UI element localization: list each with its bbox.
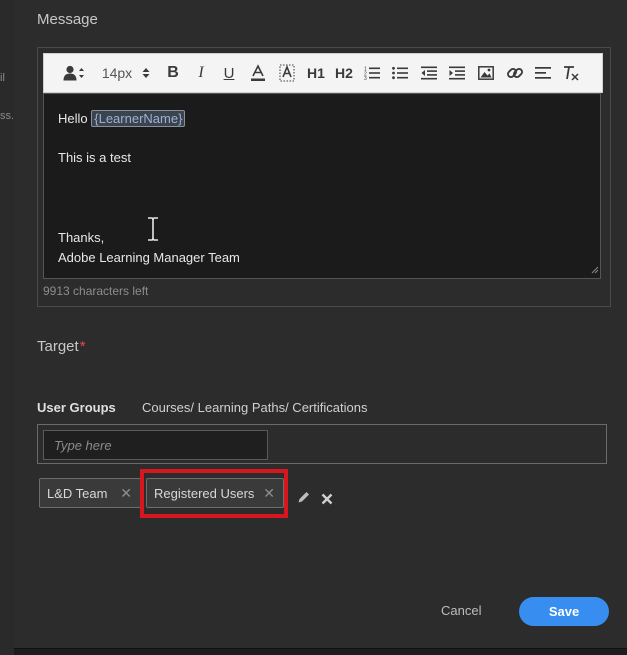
underline-icon: U — [223, 64, 235, 82]
heading1-icon: H1 — [307, 65, 325, 81]
image-icon — [478, 66, 494, 80]
align-button[interactable] — [531, 54, 555, 92]
chip-label: L&D Team — [47, 485, 108, 501]
edit-pencil-icon[interactable] — [297, 490, 311, 509]
font-size-select[interactable]: 14px — [97, 54, 155, 92]
italic-icon: I — [198, 64, 204, 81]
backdrop-text-fragment: ss. — [0, 110, 15, 122]
highlight-icon — [279, 64, 295, 82]
bold-icon: B — [167, 64, 179, 81]
editor-line-greeting: Hello {LearnerName} — [58, 110, 186, 127]
font-color-button[interactable] — [246, 54, 270, 92]
editor-toolbar: 14px B I U H1 H2 1 2 3 — [43, 53, 603, 93]
bold-button[interactable]: B — [162, 54, 184, 92]
font-size-value: 14px — [101, 65, 133, 81]
user-icon — [63, 65, 85, 81]
resize-handle-icon[interactable] — [591, 262, 599, 277]
bullet-list-button[interactable] — [388, 54, 412, 92]
learner-name-token[interactable]: {LearnerName} — [91, 110, 186, 127]
characters-left: 9913 characters left — [43, 284, 149, 298]
indent-button[interactable] — [445, 54, 469, 92]
link-icon — [507, 65, 523, 81]
user-group-search-input[interactable] — [43, 430, 268, 460]
clear-formatting-icon — [562, 65, 580, 81]
required-marker: * — [79, 338, 86, 355]
insert-image-button[interactable] — [474, 54, 498, 92]
text-cursor-icon — [147, 217, 159, 244]
clear-all-icon[interactable] — [321, 492, 333, 510]
outdent-button[interactable] — [417, 54, 441, 92]
outdent-icon — [421, 66, 437, 80]
clear-formatting-button[interactable] — [559, 54, 583, 92]
remove-chip-icon[interactable]: ✕ — [120, 486, 132, 500]
heading2-icon: H2 — [335, 65, 353, 81]
highlight-color-button[interactable] — [275, 54, 299, 92]
tab-courses-learning-paths-certifications[interactable]: Courses/ Learning Paths/ Certifications — [142, 400, 367, 415]
insert-link-button[interactable] — [503, 54, 527, 92]
cancel-button[interactable]: Cancel — [441, 603, 481, 618]
target-label: Target — [37, 338, 79, 355]
backdrop-text-fragment: il — [0, 72, 5, 84]
underline-button[interactable]: U — [218, 54, 240, 92]
user-group-chip: L&D Team ✕ — [39, 478, 141, 508]
user-group-search-container — [37, 424, 607, 464]
italic-button[interactable]: I — [190, 54, 212, 92]
editor-line: Adobe Learning Manager Team — [58, 250, 240, 265]
updown-chevron-icon — [142, 67, 150, 79]
tab-user-groups[interactable]: User Groups — [37, 400, 116, 415]
svg-text:3: 3 — [364, 76, 367, 80]
heading1-button[interactable]: H1 — [304, 54, 328, 92]
insert-placeholder-dropdown[interactable] — [60, 54, 88, 92]
message-section-title: Message — [37, 11, 98, 28]
indent-icon — [449, 66, 465, 80]
announcement-dialog: Message 14px B I U H1 H2 1 2 3 Hello {Le… — [14, 0, 627, 649]
greeting-text: Hello — [58, 111, 88, 126]
target-section-title: Target* — [37, 338, 86, 355]
page-backdrop: il ss. — [0, 0, 14, 655]
font-color-icon — [250, 64, 266, 82]
editor-line: Thanks, — [58, 230, 105, 245]
ordered-list-button[interactable]: 1 2 3 — [360, 54, 384, 92]
editor-line: This is a test — [58, 150, 131, 165]
align-left-icon — [535, 66, 551, 80]
heading2-button[interactable]: H2 — [332, 54, 356, 92]
annotation-highlight-box — [140, 469, 288, 518]
message-body-editor[interactable]: Hello {LearnerName} This is a test Thank… — [43, 93, 601, 279]
bullet-list-icon — [392, 66, 408, 80]
save-button[interactable]: Save — [519, 597, 609, 626]
message-editor: 14px B I U H1 H2 1 2 3 Hello {LearnerNam… — [37, 47, 611, 307]
ordered-list-icon: 1 2 3 — [364, 66, 380, 80]
